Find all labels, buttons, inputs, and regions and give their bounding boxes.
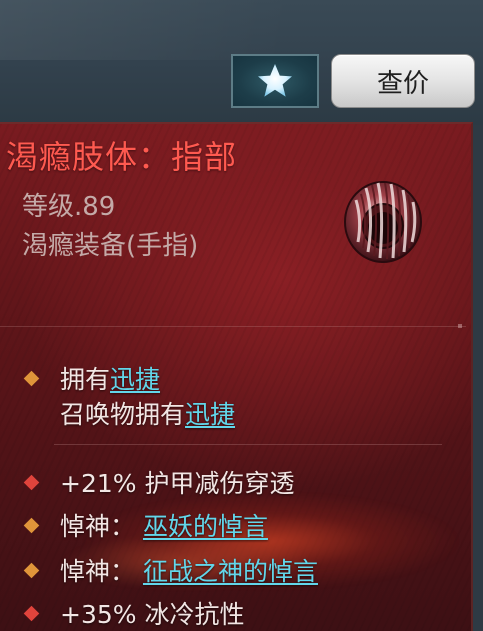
star-icon [258,64,292,97]
bullet-diamond-icon [23,474,40,490]
affix-line: +35% 冰冷抗性 [23,595,245,631]
item-type: 渴瘾装备(手指) [22,231,199,261]
affix-text: +21% 护甲减伤穿透 [60,469,295,498]
bullet-diamond-icon [23,562,40,578]
top-bar-sheen [0,0,483,60]
affix-prefix: 召唤物拥有 [60,400,186,429]
ring-icon [344,181,422,263]
price-check-button[interactable]: 查价 [331,54,475,108]
keyword-link[interactable]: 迅捷 [185,395,235,431]
bullet-diamond-icon [23,370,40,386]
affix-line: 悼神： 征战之神的悼言 [23,552,318,588]
affix-line: 召唤物拥有 迅捷 [60,395,235,431]
affix-line: 悼神： 巫妖的悼言 [23,507,268,543]
item-name: 渴瘾肢体：指部 [6,138,238,176]
keyword-link[interactable]: 巫妖的悼言 [143,507,268,543]
item-level: 等级.89 [22,192,116,222]
divider-dot [458,324,462,328]
favorite-button[interactable] [231,54,319,108]
affix-prefix: 悼神： [60,557,136,586]
keyword-link[interactable]: 迅捷 [110,360,160,396]
affix-line: +21% 护甲减伤穿透 [23,464,295,500]
divider [54,444,442,445]
affix-prefix: 悼神： [60,512,136,541]
affix-line: 拥有 迅捷 [23,360,160,396]
bullet-diamond-icon [23,517,40,533]
affix-prefix: 拥有 [60,365,111,394]
keyword-link[interactable]: 征战之神的悼言 [143,552,318,588]
affix-text: +35% 冰冷抗性 [60,600,245,629]
bullet-diamond-icon [23,605,40,621]
divider [0,326,466,327]
price-check-label: 查价 [376,68,429,99]
